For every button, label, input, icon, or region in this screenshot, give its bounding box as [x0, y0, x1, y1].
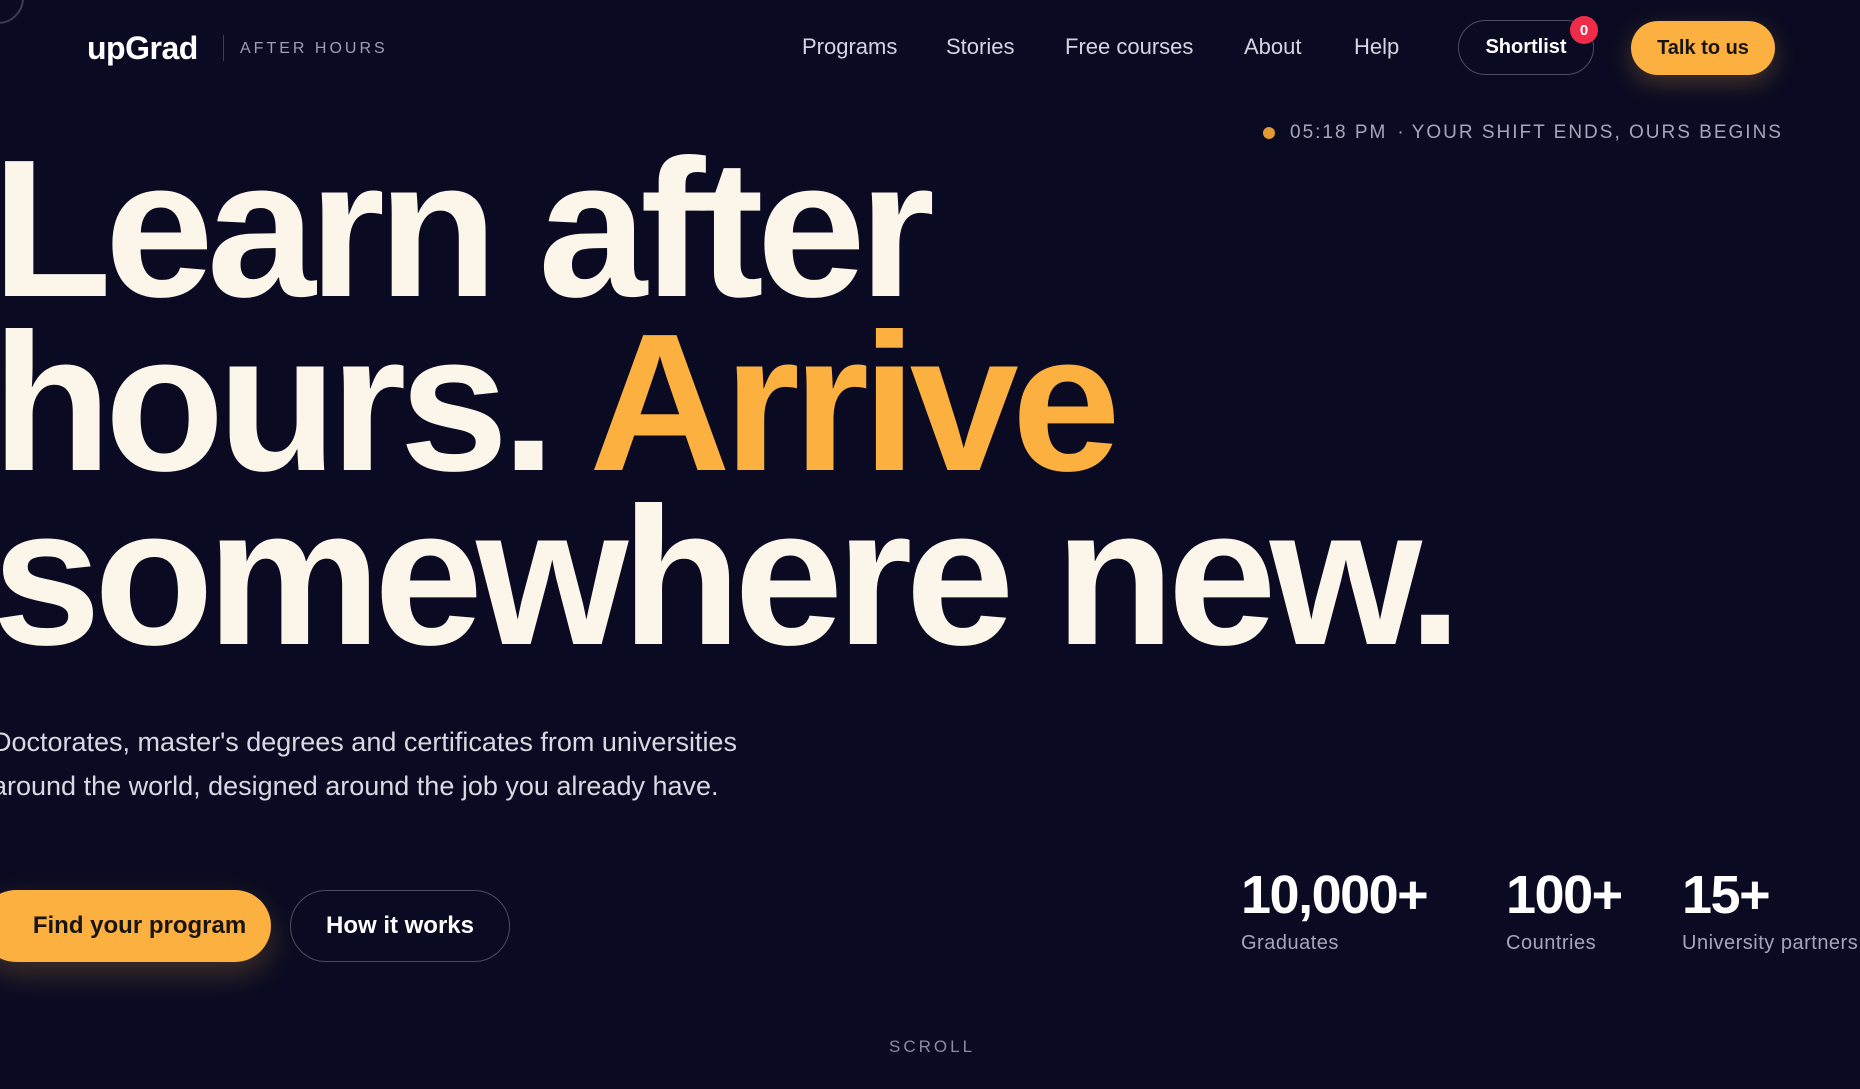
hero-description: Doctorates, master's degrees and certifi…: [0, 727, 737, 801]
stat-label: Countries: [1506, 932, 1597, 954]
stat-value: 100+: [1506, 865, 1623, 925]
logo-tagline: AFTER HOURS: [240, 40, 388, 57]
scroll-hint[interactable]: SCROLL: [889, 1037, 975, 1057]
status-message: YOUR SHIFT ENDS, OURS BEGINS: [1411, 122, 1783, 143]
stat-value: 10,000+: [1241, 865, 1429, 925]
headline-line-2: hours. Arrive: [0, 305, 1455, 501]
headline-line-1: Learn after: [0, 119, 935, 338]
status-time: 05:18 PM: [1290, 122, 1388, 143]
stat-countries: 100+ Countries: [1506, 862, 1623, 955]
stat-label: Graduates: [1241, 932, 1339, 954]
corner-circle-icon: [0, 0, 24, 24]
status-dot-icon: [1263, 127, 1275, 139]
how-it-works-button[interactable]: How it works: [290, 890, 510, 962]
talk-to-us-label: Talk to us: [1657, 36, 1749, 59]
upgrad-logo[interactable]: upGrad: [87, 30, 198, 67]
stat-value: 15+: [1682, 865, 1771, 925]
find-your-program-label: Find your program: [32, 912, 247, 939]
headline-line-3: somewhere new.: [0, 467, 1462, 686]
status-line: 05:18 PM · YOUR SHIFT ENDS, OURS BEGINS: [1290, 122, 1783, 144]
hero-headline: Learn after hours. Arrive somewhere new.: [0, 119, 1462, 686]
stat-university-partners: 15+ University partners: [1682, 862, 1858, 955]
stat-label: University partners: [1682, 932, 1859, 954]
nav-link-about[interactable]: About: [1244, 34, 1302, 60]
find-your-program-button[interactable]: Find your program: [0, 890, 271, 962]
status-separator: ·: [1397, 122, 1406, 143]
how-it-works-label: How it works: [325, 912, 475, 939]
shortlist-count-badge: 0: [1570, 16, 1598, 44]
stat-graduates: 10,000+ Graduates: [1241, 862, 1429, 955]
logo-divider: [223, 35, 224, 61]
landing-page: upGrad AFTER HOURS Programs Stories Free…: [0, 0, 1860, 1089]
shortlist-label: Shortlist: [1485, 36, 1567, 58]
nav-link-stories[interactable]: Stories: [946, 34, 1014, 60]
nav-link-programs[interactable]: Programs: [802, 34, 897, 60]
nav-link-free-courses[interactable]: Free courses: [1065, 34, 1193, 60]
talk-to-us-button[interactable]: Talk to us: [1631, 21, 1775, 75]
nav-link-help[interactable]: Help: [1354, 34, 1399, 60]
